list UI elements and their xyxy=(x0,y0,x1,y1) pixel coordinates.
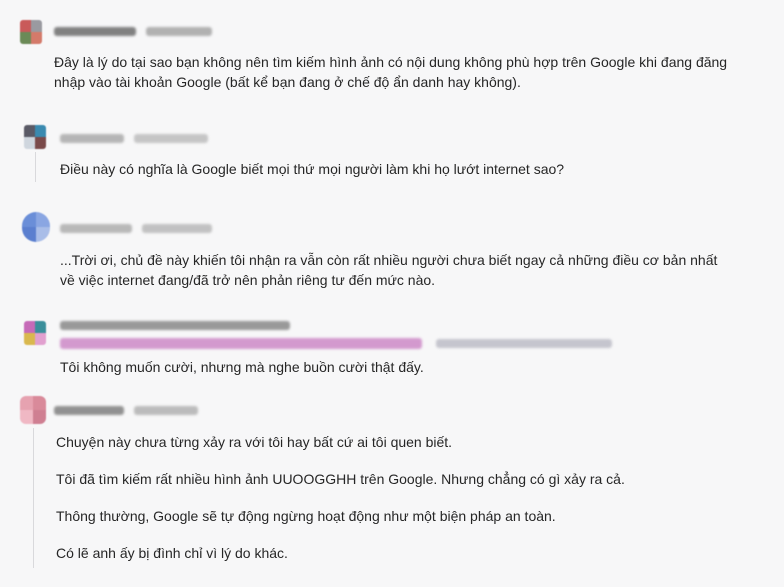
flair-redacted xyxy=(60,337,422,349)
avatar[interactable] xyxy=(20,396,46,424)
timestamp-redacted xyxy=(134,405,198,415)
comment-meta xyxy=(60,222,212,234)
avatar[interactable] xyxy=(24,321,46,345)
username-redacted[interactable] xyxy=(60,223,132,233)
username-redacted[interactable] xyxy=(60,133,124,143)
comment-meta xyxy=(60,319,290,331)
timestamp-redacted xyxy=(134,133,208,143)
timestamp-redacted xyxy=(146,26,212,36)
comment-meta xyxy=(54,404,198,416)
comment-paragraph: Tôi đã tìm kiếm rất nhiều hình ảnh UUOOG… xyxy=(56,471,625,487)
avatar[interactable] xyxy=(20,20,42,44)
thread-line[interactable] xyxy=(33,428,34,568)
comment-text: Điều này có nghĩa là Google biết mọi thứ… xyxy=(60,161,565,177)
username-redacted[interactable] xyxy=(60,320,290,330)
comment-meta xyxy=(60,132,208,144)
user-flair xyxy=(60,337,612,349)
username-redacted[interactable] xyxy=(54,26,136,36)
timestamp-redacted xyxy=(142,223,212,233)
avatar[interactable] xyxy=(22,212,50,242)
comment-paragraph: Chuyện này chưa từng xảy ra với tôi hay … xyxy=(56,434,453,450)
username-redacted[interactable] xyxy=(54,405,124,415)
comment-paragraph: Có lẽ anh ấy bị đình chỉ vì lý do khác. xyxy=(56,545,288,561)
timestamp-redacted xyxy=(436,338,612,348)
comment-text: Đây là lý do tại sao bạn không nên tìm k… xyxy=(54,54,728,90)
comment-text: Tôi không muốn cười, nhưng mà nghe buồn … xyxy=(60,359,424,375)
comment-meta xyxy=(54,25,212,37)
comment-paragraph: Thông thường, Google sẽ tự động ngừng ho… xyxy=(56,508,556,524)
comment-text: ...Trời ơi, chủ đề này khiến tôi nhận ra… xyxy=(60,252,718,288)
avatar[interactable] xyxy=(24,125,46,149)
comment-body: Chuyện này chưa từng xảy ra với tôi hay … xyxy=(56,432,736,580)
thread-line[interactable] xyxy=(35,152,36,182)
